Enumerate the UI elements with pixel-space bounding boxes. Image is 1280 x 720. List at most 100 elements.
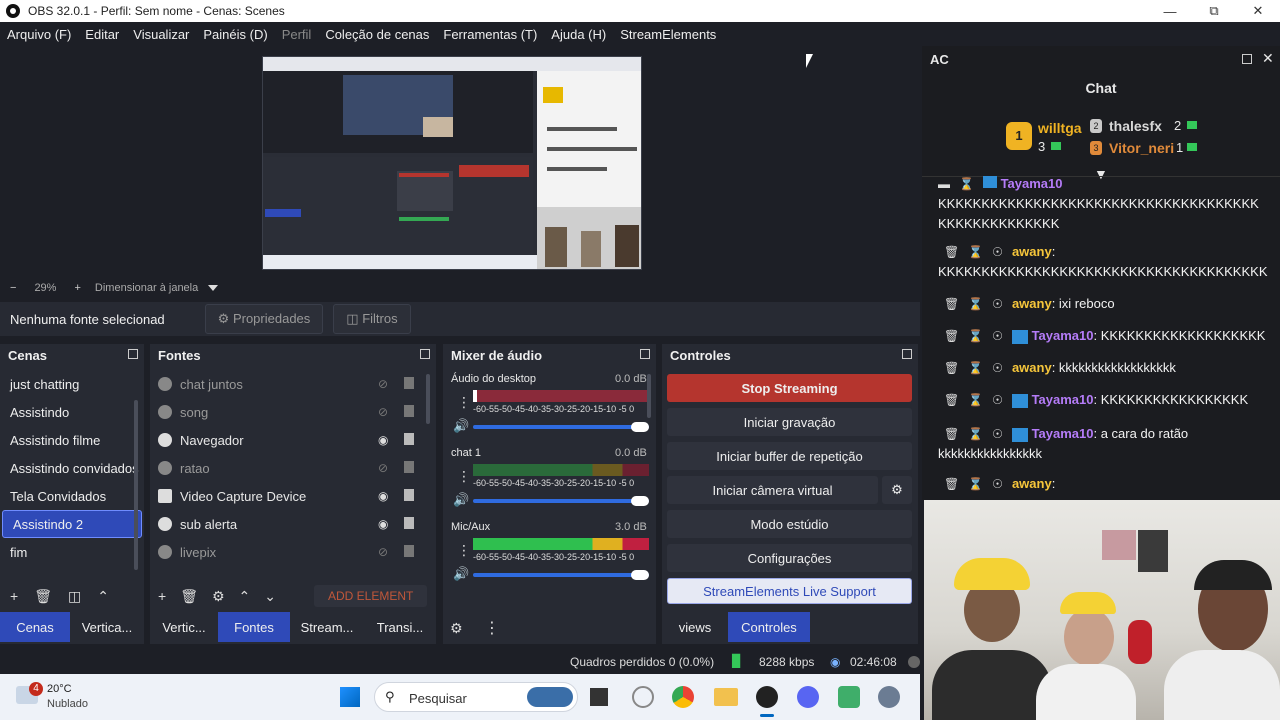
virtual-camera-button[interactable]: Iniciar câmera virtual: [667, 476, 878, 504]
maximize-icon[interactable]: ⧉: [1192, 0, 1236, 22]
zoom-in-icon[interactable]: +: [74, 282, 80, 294]
undock-icon[interactable]: [420, 349, 430, 359]
virtual-camera-settings-icon[interactable]: ⚙: [882, 476, 912, 504]
hidden-icon[interactable]: ⊘: [378, 405, 392, 419]
close-icon[interactable]: ✕: [1236, 0, 1280, 22]
settings-button[interactable]: Configurações: [667, 544, 912, 572]
tab-views[interactable]: views: [662, 612, 728, 642]
hidden-icon[interactable]: ⊘: [378, 545, 392, 559]
volume-slider[interactable]: [473, 422, 649, 432]
studio-mode-button[interactable]: Modo estúdio: [667, 510, 912, 538]
tab-transitions[interactable]: Transi...: [364, 612, 436, 642]
source-item[interactable]: song ⊘: [150, 398, 436, 426]
chat-username[interactable]: Tayama10: [1001, 176, 1063, 191]
mod-actions-icon[interactable]: 🗑⌛☉: [944, 245, 1012, 259]
filters-button[interactable]: ◫ Filtros: [333, 304, 411, 334]
add-source-icon[interactable]: +: [158, 588, 166, 604]
replay-buffer-button[interactable]: Iniciar buffer de repetição: [667, 442, 912, 470]
source-item[interactable]: sub alerta ◉: [150, 510, 436, 538]
chat-username[interactable]: Tayama10: [1032, 392, 1094, 407]
menu-help[interactable]: Ajuda (H): [544, 27, 613, 42]
settings-taskbar-icon[interactable]: [878, 686, 900, 708]
fit-dropdown-icon[interactable]: [208, 285, 219, 291]
eye-icon[interactable]: ◉: [378, 517, 392, 531]
chat-username[interactable]: Tayama10: [1032, 426, 1094, 441]
mod-actions-icon[interactable]: 🗑⌛☉: [944, 329, 1012, 343]
zoom-out-icon[interactable]: −: [10, 282, 16, 294]
remove-scene-icon[interactable]: 🗑: [34, 588, 52, 605]
source-item[interactable]: Video Capture Device ◉: [150, 482, 436, 510]
chat-username[interactable]: Tayama10: [1032, 328, 1094, 343]
chat-username[interactable]: awany: [1012, 244, 1052, 259]
remove-source-icon[interactable]: 🗑: [180, 588, 198, 605]
menu-streamelements[interactable]: StreamElements: [613, 27, 723, 42]
mixer-scrollbar[interactable]: [647, 374, 651, 418]
channel-menu-icon[interactable]: ⋮: [457, 468, 471, 485]
lock-icon[interactable]: [404, 517, 414, 529]
eye-icon[interactable]: ◉: [378, 489, 392, 503]
properties-button[interactable]: ⚙ Propriedades: [204, 304, 324, 334]
mod-actions-icon[interactable]: 🗑⌛☉: [944, 297, 1012, 311]
tab-controles[interactable]: Controles: [728, 612, 810, 642]
volume-slider[interactable]: [473, 496, 649, 506]
lock-icon[interactable]: [404, 545, 414, 557]
speaker-icon[interactable]: 🔊: [453, 566, 469, 582]
undock-icon[interactable]: [128, 349, 138, 359]
minimize-icon[interactable]: —: [1148, 0, 1192, 22]
chat-username[interactable]: awany: [1012, 476, 1052, 491]
lock-icon[interactable]: [404, 433, 414, 445]
mod-actions-icon[interactable]: 🗑⌛☉: [944, 477, 1012, 491]
sources-scrollbar[interactable]: [426, 374, 430, 424]
scene-item-selected[interactable]: Assistindo 2: [2, 510, 142, 538]
streamelements-support-button[interactable]: StreamElements Live Support: [667, 578, 912, 604]
mod-actions-icon[interactable]: 🗑⌛☉: [944, 393, 1012, 407]
volume-slider[interactable]: [473, 570, 649, 580]
hidden-icon[interactable]: ⊘: [378, 377, 392, 391]
channel-menu-icon[interactable]: ⋮: [457, 542, 471, 559]
speaker-icon[interactable]: 🔊: [453, 418, 469, 434]
tab-fontes[interactable]: Fontes: [218, 612, 290, 642]
source-item[interactable]: ratao ⊘: [150, 454, 436, 482]
move-up-icon[interactable]: ⌃: [239, 588, 251, 605]
menu-docks[interactable]: Painéis (D): [196, 27, 274, 42]
chat-username[interactable]: awany: [1012, 360, 1052, 375]
stop-streaming-button[interactable]: Stop Streaming: [667, 374, 912, 402]
chat-username[interactable]: awany: [1012, 296, 1052, 311]
mod-actions-icon[interactable]: 🗑⌛☉: [944, 361, 1012, 375]
menu-file[interactable]: Arquivo (F): [0, 27, 78, 42]
scene-item[interactable]: Tela Convidados: [0, 482, 144, 510]
scene-item[interactable]: Assistindo filme: [0, 426, 144, 454]
move-up-icon[interactable]: ⌃: [97, 588, 109, 605]
move-down-icon[interactable]: ⌄: [264, 588, 276, 605]
mod-actions-icon[interactable]: ▬⌛: [938, 177, 983, 191]
mixer-settings-icon[interactable]: ⚙: [450, 620, 463, 637]
taskbar-search[interactable]: ⚲ Pesquisar: [374, 682, 578, 712]
menu-edit[interactable]: Editar: [78, 27, 126, 42]
scene-filters-icon[interactable]: ◫: [68, 588, 81, 605]
chrome-icon[interactable]: [672, 686, 694, 708]
copilot-icon[interactable]: [632, 686, 654, 708]
obs-taskbar-icon[interactable]: [756, 686, 778, 708]
add-element-button[interactable]: ADD ELEMENT: [314, 585, 428, 607]
menu-tools[interactable]: Ferramentas (T): [436, 27, 544, 42]
source-item[interactable]: Navegador ◉: [150, 426, 436, 454]
mod-actions-icon[interactable]: 🗑⌛☉: [944, 427, 1012, 441]
menu-scene-collection[interactable]: Coleção de cenas: [318, 27, 436, 42]
scene-item[interactable]: fim: [0, 538, 144, 566]
file-explorer-icon[interactable]: [714, 688, 738, 706]
menu-profile[interactable]: Perfil: [275, 27, 319, 42]
collapse-chevron-icon[interactable]: ▼: [1094, 166, 1108, 182]
fit-to-window-label[interactable]: Dimensionar à janela: [95, 282, 198, 294]
tab-vertical-scenes[interactable]: Vertica...: [70, 612, 144, 642]
mixer-menu-icon[interactable]: ⋮: [484, 618, 500, 638]
scenes-scrollbar[interactable]: [134, 400, 138, 570]
speaker-icon[interactable]: 🔊: [453, 492, 469, 508]
source-item[interactable]: livepix ⊘: [150, 538, 436, 566]
start-recording-button[interactable]: Iniciar gravação: [667, 408, 912, 436]
lock-icon[interactable]: [404, 489, 414, 501]
scene-item[interactable]: Assistindo convidados: [0, 454, 144, 482]
source-item[interactable]: chat juntos ⊘: [150, 370, 436, 398]
add-scene-icon[interactable]: +: [10, 588, 18, 604]
windows-start-icon[interactable]: [340, 687, 360, 707]
app-icon[interactable]: [838, 686, 860, 708]
